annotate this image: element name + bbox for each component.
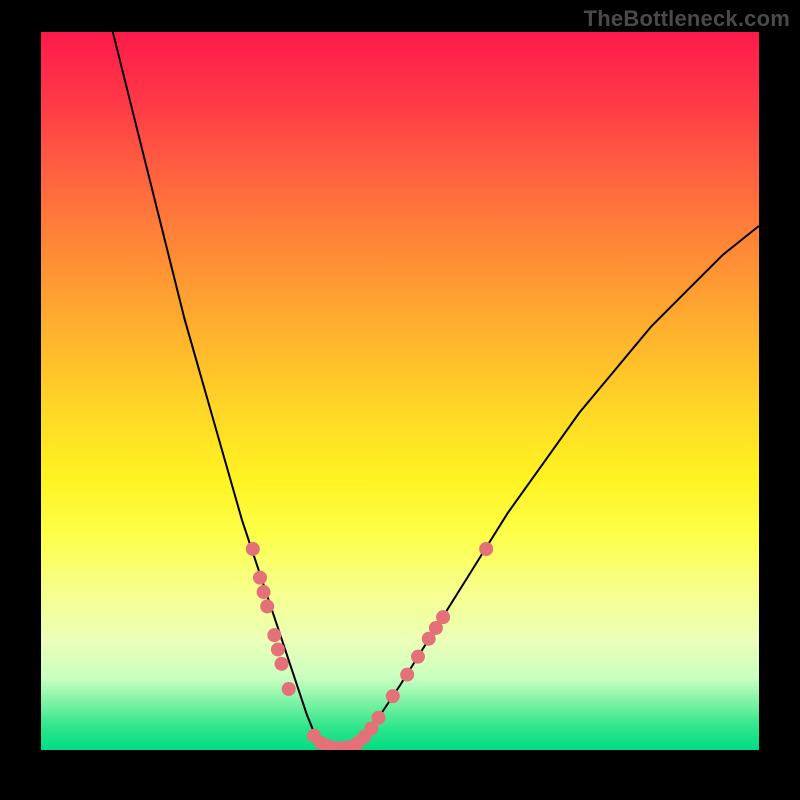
data-marker [275, 657, 289, 671]
data-marker [411, 650, 425, 664]
data-marker [371, 711, 385, 725]
data-marker [246, 542, 260, 556]
data-marker [257, 585, 271, 599]
chart-frame: TheBottleneck.com [0, 0, 800, 800]
data-marker [400, 668, 414, 682]
data-marker [253, 571, 267, 585]
data-marker [436, 610, 450, 624]
bottleneck-curve [41, 32, 759, 749]
plot-area [41, 32, 759, 750]
data-marker [260, 599, 274, 613]
data-marker [267, 628, 281, 642]
data-marker [271, 642, 285, 656]
data-marker [386, 689, 400, 703]
watermark-text: TheBottleneck.com [584, 6, 790, 32]
chart-svg [41, 32, 759, 750]
data-marker [479, 542, 493, 556]
data-marker [282, 682, 296, 696]
